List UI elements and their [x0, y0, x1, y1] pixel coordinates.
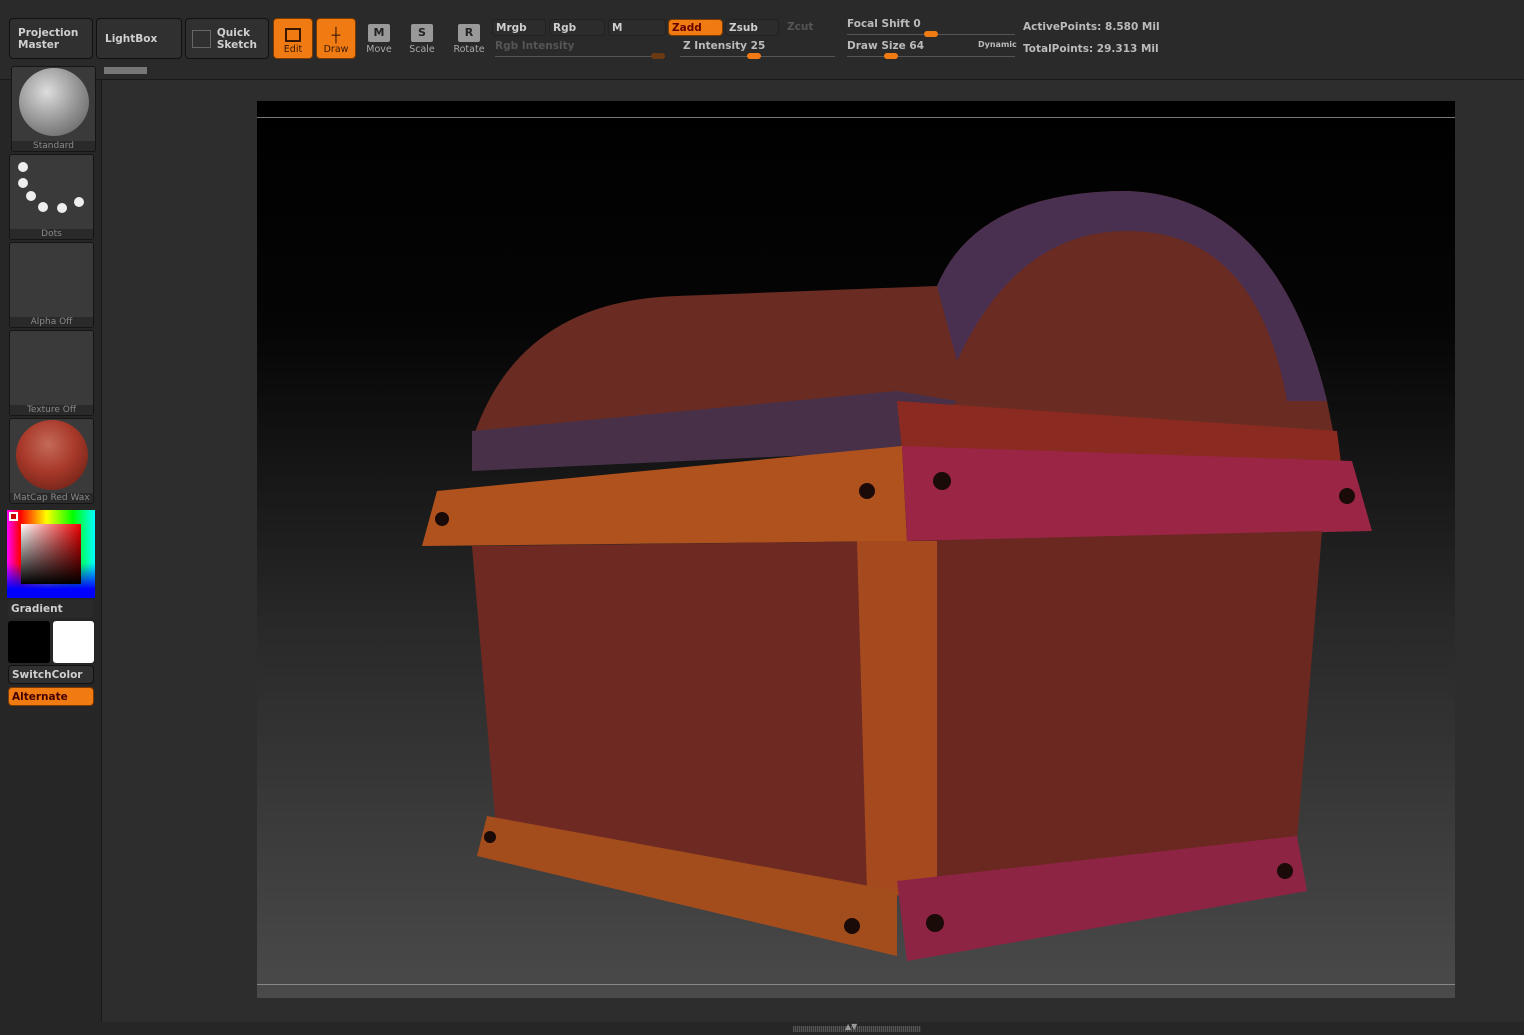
tray-handle[interactable]: [104, 67, 147, 74]
draw-label: Draw: [323, 44, 349, 55]
zsub-label: Zsub: [729, 21, 758, 34]
gradient-button[interactable]: Gradient: [8, 600, 94, 618]
m-label: M: [612, 21, 623, 34]
zadd-button[interactable]: Zadd: [668, 19, 723, 36]
switch-color-button[interactable]: SwitchColor: [8, 665, 94, 684]
sketch-icon: [192, 29, 211, 48]
canvas-viewport[interactable]: [257, 101, 1455, 998]
left-shelf: Standard Dots Alpha Off Texture Off MatC…: [0, 62, 100, 1035]
saturation-square[interactable]: [21, 524, 81, 584]
rotate-label: Rotate: [453, 44, 485, 55]
zadd-label: Zadd: [672, 21, 702, 34]
focal-shift-label: Focal Shift 0: [847, 18, 921, 30]
move-icon: M: [368, 24, 390, 42]
total-points: TotalPoints: 29.313 Mil: [1023, 43, 1159, 55]
rotate-button[interactable]: R Rotate: [449, 24, 489, 55]
mrgb-label: Mrgb: [496, 21, 527, 34]
material-label: MatCap Red Wax: [10, 493, 93, 503]
rgb-button[interactable]: Rgb: [549, 19, 605, 36]
top-toolbar: Projection Master LightBox Quick Sketch …: [0, 0, 1524, 80]
texture-label: Texture Off: [10, 405, 93, 415]
m-button[interactable]: M: [608, 19, 666, 36]
z-intensity-slider[interactable]: [680, 53, 835, 59]
dots-stroke-icon: [18, 162, 84, 213]
slider-knob[interactable]: [747, 53, 761, 59]
brush-thumbnail[interactable]: Standard: [11, 66, 96, 152]
draw-button[interactable]: ┼ Draw: [316, 18, 356, 59]
stroke-label: Dots: [10, 229, 93, 239]
alpha-label: Alpha Off: [10, 317, 93, 327]
main-color-swatch[interactable]: [8, 621, 50, 663]
expand-arrows-icon: ▲▼: [845, 1022, 858, 1031]
material-sphere-icon: [16, 420, 88, 490]
rotate-icon: R: [458, 24, 480, 42]
alternate-button[interactable]: Alternate: [8, 687, 94, 706]
crosshair-icon: ┼: [331, 28, 341, 44]
z-intensity-label: Z Intensity 25: [683, 40, 766, 52]
move-button[interactable]: M Move: [359, 24, 399, 55]
dynamic-button[interactable]: Dynamic: [978, 40, 1017, 49]
edit-label: Edit: [283, 44, 303, 55]
brush-icon: [19, 68, 89, 136]
focal-shift-slider[interactable]: [847, 31, 1015, 37]
slider-knob[interactable]: [924, 31, 938, 37]
zsub-button[interactable]: Zsub: [725, 19, 779, 36]
brush-label: Standard: [12, 141, 95, 151]
scale-button[interactable]: S Scale: [402, 24, 442, 55]
quick-sketch-label: Quick Sketch: [216, 26, 257, 51]
slider-knob[interactable]: [651, 53, 665, 59]
switch-color-label: SwitchColor: [12, 668, 83, 681]
mrgb-button[interactable]: Mrgb: [492, 19, 546, 36]
lightbox-button[interactable]: LightBox: [96, 18, 182, 59]
rgb-intensity-label: Rgb Intensity: [495, 40, 575, 52]
draw-size-label: Draw Size 64: [847, 40, 924, 52]
draw-size-slider[interactable]: [847, 53, 1015, 59]
lightbox-label: LightBox: [105, 32, 158, 45]
texture-thumbnail[interactable]: Texture Off: [9, 330, 94, 416]
gradient-label: Gradient: [11, 603, 63, 615]
hue-marker[interactable]: [9, 512, 18, 521]
alternate-label: Alternate: [12, 690, 68, 703]
quick-sketch-button[interactable]: Quick Sketch: [185, 18, 269, 59]
secondary-color-swatch[interactable]: [53, 621, 94, 663]
scale-icon: S: [411, 24, 433, 42]
stroke-thumbnail[interactable]: Dots: [9, 154, 94, 240]
alpha-thumbnail[interactable]: Alpha Off: [9, 242, 94, 328]
move-label: Move: [366, 44, 392, 55]
zcut-button[interactable]: Zcut: [787, 21, 813, 33]
active-points: ActivePoints: 8.580 Mil: [1023, 21, 1160, 33]
projection-master-label: Projection Master: [18, 26, 79, 51]
treasure-chest-model: [422, 191, 1372, 961]
bottom-tray-handle[interactable]: ▲▼: [793, 1022, 921, 1032]
slider-knob[interactable]: [884, 53, 898, 59]
color-picker[interactable]: [7, 510, 95, 598]
rgb-intensity-slider[interactable]: [495, 53, 665, 59]
rgb-label: Rgb: [553, 21, 577, 34]
edit-button[interactable]: Edit: [273, 18, 313, 59]
scale-label: Scale: [409, 44, 435, 55]
projection-master-button[interactable]: Projection Master: [9, 18, 93, 59]
material-thumbnail[interactable]: MatCap Red Wax: [9, 418, 94, 504]
edit-icon: [285, 28, 301, 42]
